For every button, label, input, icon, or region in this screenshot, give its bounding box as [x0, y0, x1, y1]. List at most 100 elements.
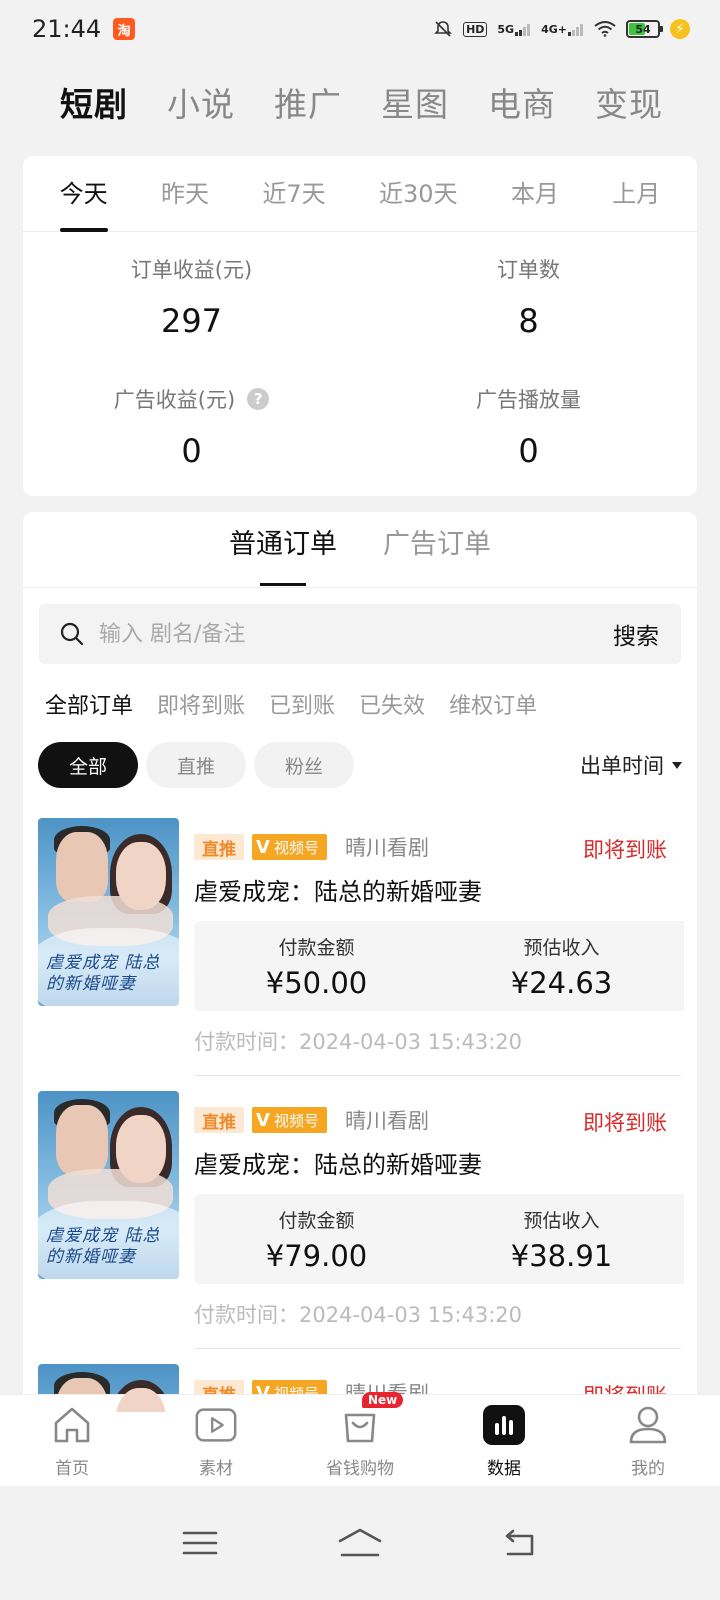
orders-card: 普通订单 广告订单 搜索 全部订单 即将到账 已到账 已失效 维权订单 全部 直… [23, 512, 697, 1412]
tag-direct: 直推 [194, 1107, 244, 1133]
nav-label: 我的 [631, 1459, 665, 1479]
poster-title: 虐爱成宠 陆总的新婚哑妻 [46, 1226, 161, 1267]
order-item[interactable]: 虐爱成宠 陆总的新婚哑妻 直推 Ⅴ 视频号 晴川看剧 即将到账 虐爱成宠：陆总的… [23, 818, 697, 1091]
stat-ad-plays: 广告播放量 0 [360, 362, 697, 492]
signal-4g-icon: 4G+ [541, 23, 584, 36]
source-chips: 全部 直推 粉丝 出单时间 [23, 742, 697, 788]
tab-xingtu[interactable]: 星图 [381, 78, 449, 126]
drama-poster: 虐爱成宠 陆总的新婚哑妻 [38, 818, 179, 1006]
date-tab-7days[interactable]: 近7天 [262, 156, 325, 232]
date-tab-30days[interactable]: 近30天 [379, 156, 458, 232]
tab-monetize[interactable]: 变现 [595, 78, 663, 126]
poster-title: 虐爱成宠 陆总的新婚哑妻 [46, 953, 161, 994]
filter-received[interactable]: 已到账 [269, 688, 335, 720]
stat-order-count: 订单数 8 [360, 232, 697, 362]
stat-label: 订单收益(元) [130, 258, 253, 282]
category-tabs: 短剧 小说 推广 星图 电商 变现 [0, 72, 720, 132]
wechat-channels-icon: Ⅴ [256, 1109, 270, 1131]
tab-promotion[interactable]: 推广 [274, 78, 342, 126]
sort-select[interactable]: 出单时间 [580, 750, 682, 780]
stats-card: 今天 昨天 近7天 近30天 本月 上月 订单收益(元) 297 订单数 8 广… [23, 156, 697, 496]
caret-down-icon [672, 761, 682, 769]
divider [194, 1075, 681, 1076]
stat-value: 8 [518, 302, 539, 340]
home-button-icon[interactable] [330, 1518, 390, 1568]
new-badge: New [362, 1392, 404, 1408]
nav-label: 素材 [199, 1459, 233, 1479]
pay-amount-label: 付款金额 [278, 936, 355, 959]
chip-fans[interactable]: 粉丝 [254, 742, 354, 788]
user-icon [625, 1402, 671, 1448]
sort-label: 出单时间 [580, 754, 664, 778]
amount-box: 付款金额 ¥79.00 预估收入 ¥38.91 [194, 1194, 684, 1284]
date-tab-last-month[interactable]: 上月 [612, 156, 660, 232]
nav-label: 数据 [487, 1459, 521, 1479]
shopping-bag-icon [337, 1402, 383, 1448]
search-bar: 搜索 [39, 604, 681, 664]
system-nav-bar [0, 1486, 720, 1600]
wechat-channels-icon: Ⅴ [256, 836, 270, 858]
date-tab-this-month[interactable]: 本月 [511, 156, 559, 232]
menu-icon[interactable] [170, 1518, 230, 1568]
bottom-nav: 首页 素材 New 省钱购物 数据 我的 [0, 1392, 720, 1486]
filter-dispute[interactable]: 维权订单 [449, 688, 537, 720]
nav-profile[interactable]: 我的 [578, 1402, 718, 1479]
stat-value: 0 [181, 432, 202, 470]
tab-ad-orders[interactable]: 广告订单 [383, 512, 491, 588]
search-icon [60, 622, 84, 646]
studio-name: 晴川看剧 [344, 1109, 429, 1133]
tab-normal-orders[interactable]: 普通订单 [229, 512, 337, 588]
studio-name: 晴川看剧 [344, 836, 429, 860]
bar-chart-icon [481, 1402, 527, 1448]
help-icon[interactable]: ? [247, 388, 270, 410]
stat-label: 广告收益(元) [113, 388, 236, 412]
tab-novel[interactable]: 小说 [167, 78, 235, 126]
filter-all-orders[interactable]: 全部订单 [45, 688, 133, 720]
search-button[interactable]: 搜索 [613, 617, 659, 651]
date-range-tabs: 今天 昨天 近7天 近30天 本月 上月 [23, 156, 697, 232]
status-time: 21:44 [32, 15, 102, 43]
drama-title: 虐爱成宠：陆总的新婚哑妻 [194, 1151, 482, 1179]
drama-title: 虐爱成宠：陆总的新婚哑妻 [194, 878, 482, 906]
stat-value: 297 [160, 302, 223, 340]
nav-home[interactable]: 首页 [2, 1402, 142, 1479]
chip-all[interactable]: 全部 [38, 742, 138, 788]
stat-label: 广告播放量 [476, 388, 581, 412]
order-status: 即将到账 [583, 1111, 667, 1135]
status-bar: 21:44 淘 HD 5G 4G+ 54 ⚡ [0, 0, 720, 58]
pay-amount-label: 付款金额 [278, 1209, 355, 1232]
nav-materials[interactable]: 素材 [146, 1402, 286, 1479]
wifi-icon [594, 21, 616, 37]
stat-value: 0 [518, 432, 539, 470]
order-item[interactable]: 虐爱成宠 陆总的新婚哑妻 直推 Ⅴ 视频号 晴川看剧 即将到账 虐爱成宠：陆总的… [23, 1091, 697, 1364]
date-tab-yesterday[interactable]: 昨天 [161, 156, 209, 232]
back-icon[interactable] [490, 1518, 550, 1568]
charging-icon: ⚡ [670, 19, 690, 39]
order-list: 虐爱成宠 陆总的新婚哑妻 直推 Ⅴ 视频号 晴川看剧 即将到账 虐爱成宠：陆总的… [23, 818, 697, 1412]
pay-time: 付款时间：2024-04-03 15:43:20 [194, 1030, 523, 1054]
date-tab-today[interactable]: 今天 [59, 156, 108, 232]
est-income-label: 预估收入 [523, 1209, 600, 1232]
stat-order-income: 订单收益(元) 297 [23, 232, 360, 362]
chip-direct[interactable]: 直推 [146, 742, 246, 788]
filter-pending[interactable]: 即将到账 [157, 688, 245, 720]
stat-ad-income: 广告收益(元) ? 0 [23, 362, 360, 492]
mute-bell-icon [434, 21, 452, 37]
nav-data[interactable]: 数据 [434, 1402, 574, 1479]
est-income-value: ¥24.63 [510, 965, 613, 1000]
tab-ecommerce[interactable]: 电商 [488, 78, 556, 126]
pay-amount-value: ¥50.00 [265, 965, 368, 1000]
nav-shopping[interactable]: New 省钱购物 [290, 1392, 430, 1479]
home-icon [49, 1402, 95, 1448]
stats-grid: 订单收益(元) 297 订单数 8 广告收益(元) ? 0 广告播放量 0 [23, 232, 697, 492]
tab-short-drama[interactable]: 短剧 [60, 78, 128, 126]
order-type-tabs: 普通订单 广告订单 [23, 512, 697, 588]
pay-time: 付款时间：2024-04-03 15:43:20 [194, 1303, 523, 1327]
filter-expired[interactable]: 已失效 [359, 688, 425, 720]
nav-label: 省钱购物 [326, 1459, 394, 1479]
tag-channel: Ⅴ 视频号 [252, 834, 327, 860]
stat-label-row: 广告收益(元) ? [113, 384, 270, 414]
est-income-label: 预估收入 [523, 936, 600, 959]
search-input[interactable] [99, 621, 613, 647]
order-status-filter: 全部订单 即将到账 已到账 已失效 维权订单 [23, 688, 697, 720]
